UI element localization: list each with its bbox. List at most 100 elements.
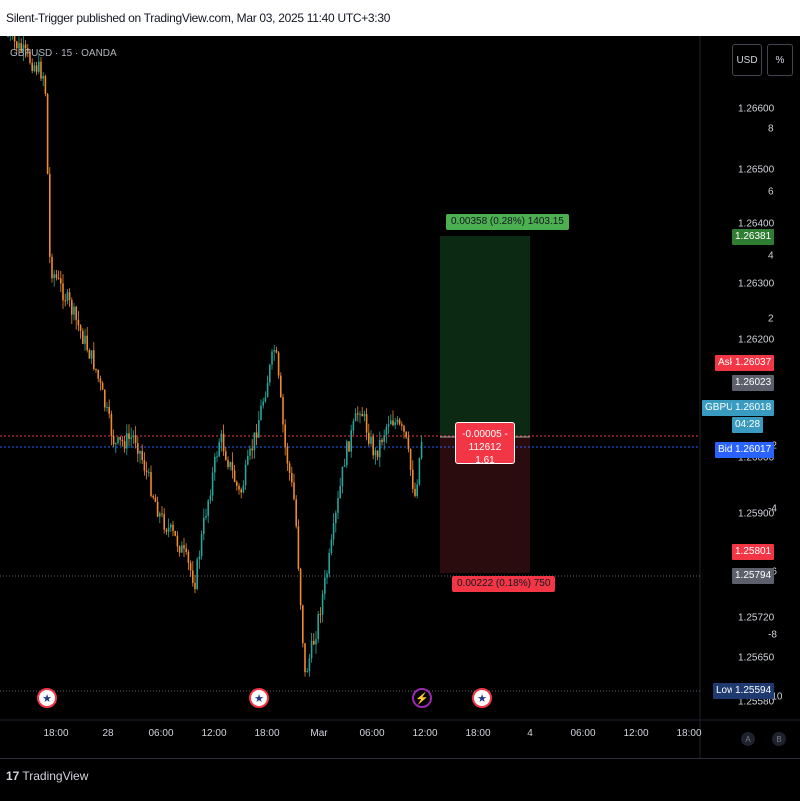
profit-zone <box>440 236 530 437</box>
candle-body <box>317 614 319 640</box>
candle-body <box>337 497 339 513</box>
candle-body <box>119 436 121 440</box>
time-tick: Mar <box>310 728 328 739</box>
tradingview-logo-icon: 17 <box>6 769 20 783</box>
candle-body <box>132 435 135 438</box>
candle-body <box>262 401 264 406</box>
candle-body <box>198 556 201 560</box>
percent-tick: 2 <box>768 313 774 325</box>
candle-body <box>260 405 262 421</box>
symbol-label[interactable]: GBPUSD · 15 · OANDA <box>10 48 117 59</box>
candle-body <box>95 369 97 371</box>
candle-body <box>304 643 306 673</box>
candle-body <box>211 472 214 496</box>
candle-body <box>310 640 313 659</box>
candle-body <box>244 464 247 486</box>
percent-scale-button[interactable]: % <box>767 44 793 76</box>
candle-body <box>264 397 267 402</box>
us-flag-icon[interactable]: ★ <box>37 688 57 708</box>
price-tick: 1.26500 <box>738 164 775 176</box>
candle-body <box>156 501 159 517</box>
brand-logo[interactable]: 17 TradingView <box>6 769 88 783</box>
us-flag-icon[interactable]: ★ <box>249 688 269 708</box>
candle-body <box>247 455 249 465</box>
candle-body <box>401 424 403 426</box>
candle-body <box>383 435 385 443</box>
candle-body <box>282 397 284 425</box>
time-tick: 12:00 <box>623 728 649 739</box>
currency-button[interactable]: USD <box>732 44 762 76</box>
candle-body <box>403 425 405 432</box>
candle-body <box>31 62 33 71</box>
candle-body <box>192 570 194 583</box>
candle-body <box>220 433 223 443</box>
time-tick: 18:00 <box>43 728 69 739</box>
candle-body <box>315 639 317 645</box>
candle-body <box>216 456 218 458</box>
candle-body <box>280 375 282 398</box>
entry-line-2: 1.61 <box>475 455 495 466</box>
candle-body <box>145 470 148 473</box>
time-tick: 12:00 <box>201 728 227 739</box>
candle-body <box>299 568 302 606</box>
candle-body <box>207 500 209 516</box>
candle-body <box>64 300 66 302</box>
candle-body <box>306 671 308 673</box>
us-flag-icon[interactable]: ★ <box>472 688 492 708</box>
candle-body <box>370 436 372 444</box>
price-plot[interactable] <box>0 36 800 758</box>
stop-current-tag: 1.25794 <box>732 568 775 584</box>
stop-label[interactable]: 0.00222 (0.18%) 750 <box>452 576 556 592</box>
candle-body <box>101 382 104 390</box>
time-tick: 4 <box>527 728 533 739</box>
candle-body <box>258 420 260 438</box>
candle-body <box>167 527 170 532</box>
candle-body <box>328 552 330 574</box>
candle-body <box>165 529 168 532</box>
candle-body <box>266 382 269 398</box>
time-tick: 06:00 <box>570 728 596 739</box>
candle-body <box>341 466 344 487</box>
target-label[interactable]: 0.00358 (0.28%) 1403.15 <box>446 214 569 230</box>
stop-price-tag: 1.25801 <box>732 544 775 560</box>
chart-area[interactable]: GBPUSD · 15 · OANDA USD % 1.26600 1.2650… <box>0 36 800 758</box>
percent-tick: 6 <box>768 186 774 198</box>
candle-body <box>398 419 401 425</box>
candle-body <box>365 414 368 433</box>
time-tick: 18:00 <box>465 728 491 739</box>
publisher-banner: Silent-Trigger published on TradingView.… <box>0 0 800 36</box>
candle-body <box>273 350 275 352</box>
percent-tick: -8 <box>768 629 777 641</box>
scale-mode-button[interactable]: B <box>772 732 786 746</box>
entry-line-1: -0.00005 - 112612 <box>462 429 508 453</box>
candle-body <box>73 306 75 315</box>
candle-body <box>154 497 157 502</box>
candle-body <box>77 319 80 326</box>
ask-price-tag: 1.26037 <box>732 355 775 371</box>
lightning-icon[interactable]: ⚡ <box>412 688 432 708</box>
candle-body <box>60 278 62 284</box>
candle-body <box>236 481 238 486</box>
candle-body <box>194 582 196 590</box>
candle-body <box>150 472 152 497</box>
candle-body <box>414 488 416 497</box>
candle-body <box>170 524 172 528</box>
entry-label[interactable]: -0.00005 - 112612 1.61 <box>455 422 515 466</box>
auto-scale-button[interactable]: A <box>741 732 755 746</box>
candle-body <box>55 274 58 278</box>
price-tick: 1.26200 <box>738 334 775 346</box>
target-price-tag: 1.26381 <box>732 229 775 245</box>
candle-body <box>42 75 44 79</box>
countdown-tag: 04:28 <box>732 417 764 433</box>
candle-body <box>40 61 42 79</box>
candle-body <box>350 430 352 452</box>
candle-body <box>97 369 99 379</box>
candle-body <box>321 593 324 615</box>
candle-body <box>115 443 117 445</box>
candle-body <box>319 614 322 616</box>
candle-body <box>376 450 379 458</box>
candle-body <box>130 437 132 439</box>
candle-body <box>183 545 185 549</box>
candle-body <box>174 531 176 536</box>
candle-body <box>106 406 108 408</box>
